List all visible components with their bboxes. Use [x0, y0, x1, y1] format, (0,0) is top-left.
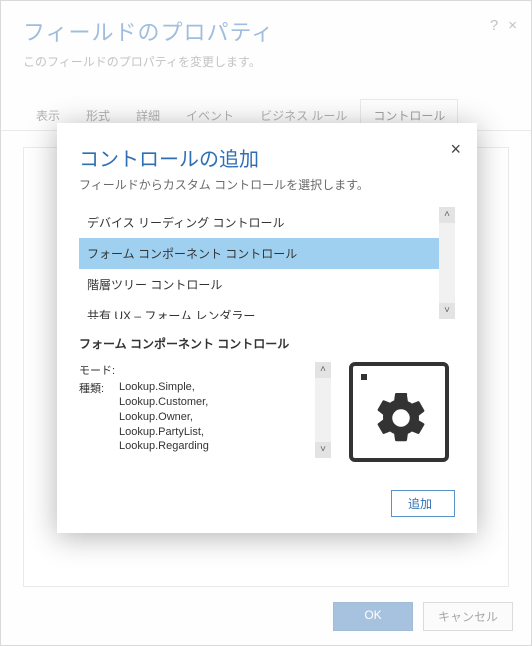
kind-values: Lookup.Simple, Lookup.Customer, Lookup.O… [119, 380, 209, 454]
detail-text: モード: 種類: Lookup.Simple, Lookup.Customer,… [79, 362, 315, 462]
control-list-scrollbar[interactable]: ˄ ˅ [439, 207, 455, 319]
control-item-shared-ux[interactable]: 共有 UX – フォーム レンダラー [79, 300, 439, 319]
control-item-tree[interactable]: 階層ツリー コントロール [79, 269, 439, 300]
scroll-up-icon[interactable]: ˄ [315, 362, 331, 378]
detail-scrollbar[interactable]: ˄ ˅ [315, 362, 331, 458]
kind-value: Lookup.PartyList, [119, 425, 209, 440]
modal-title: コントロールの追加 [79, 143, 455, 172]
scroll-down-icon[interactable]: ˅ [315, 442, 331, 458]
modal-subtitle: フィールドからカスタム コントロールを選択します。 [79, 176, 455, 193]
kind-value: Lookup.Customer, [119, 395, 209, 410]
control-item-form-component[interactable]: フォーム コンポーネント コントロール [79, 238, 439, 269]
kind-value: Lookup.Regarding [119, 439, 209, 454]
scroll-down-icon[interactable]: ˅ [439, 303, 455, 319]
modal-footer: 追加 [79, 490, 455, 517]
preview-tile [349, 362, 449, 462]
control-item-device-reading[interactable]: デバイス リーディング コントロール [79, 207, 439, 238]
kind-label: 種類: [79, 380, 119, 454]
field-properties-dialog: フィールドのプロパティ このフィールドのプロパティを変更します。 ? × 表示 … [0, 0, 532, 646]
add-control-modal: × コントロールの追加 フィールドからカスタム コントロールを選択します。 デバ… [57, 123, 477, 533]
modal-close-icon[interactable]: × [450, 139, 461, 160]
control-list-inner: デバイス リーディング コントロール フォーム コンポーネント コントロール 階… [79, 207, 455, 319]
kind-value: Lookup.Owner, [119, 410, 209, 425]
detail-body: モード: 種類: Lookup.Simple, Lookup.Customer,… [79, 362, 455, 462]
kind-value: Lookup.Simple, [119, 380, 209, 395]
detail-preview [343, 362, 455, 462]
scroll-up-icon[interactable]: ˄ [439, 207, 455, 223]
detail-heading: フォーム コンポーネント コントロール [79, 335, 455, 352]
detail-left: モード: 種類: Lookup.Simple, Lookup.Customer,… [79, 362, 331, 462]
mode-label: モード: [79, 362, 119, 378]
control-list: デバイス リーディング コントロール フォーム コンポーネント コントロール 階… [79, 207, 455, 319]
gear-icon [371, 388, 431, 448]
add-button[interactable]: 追加 [391, 490, 455, 517]
